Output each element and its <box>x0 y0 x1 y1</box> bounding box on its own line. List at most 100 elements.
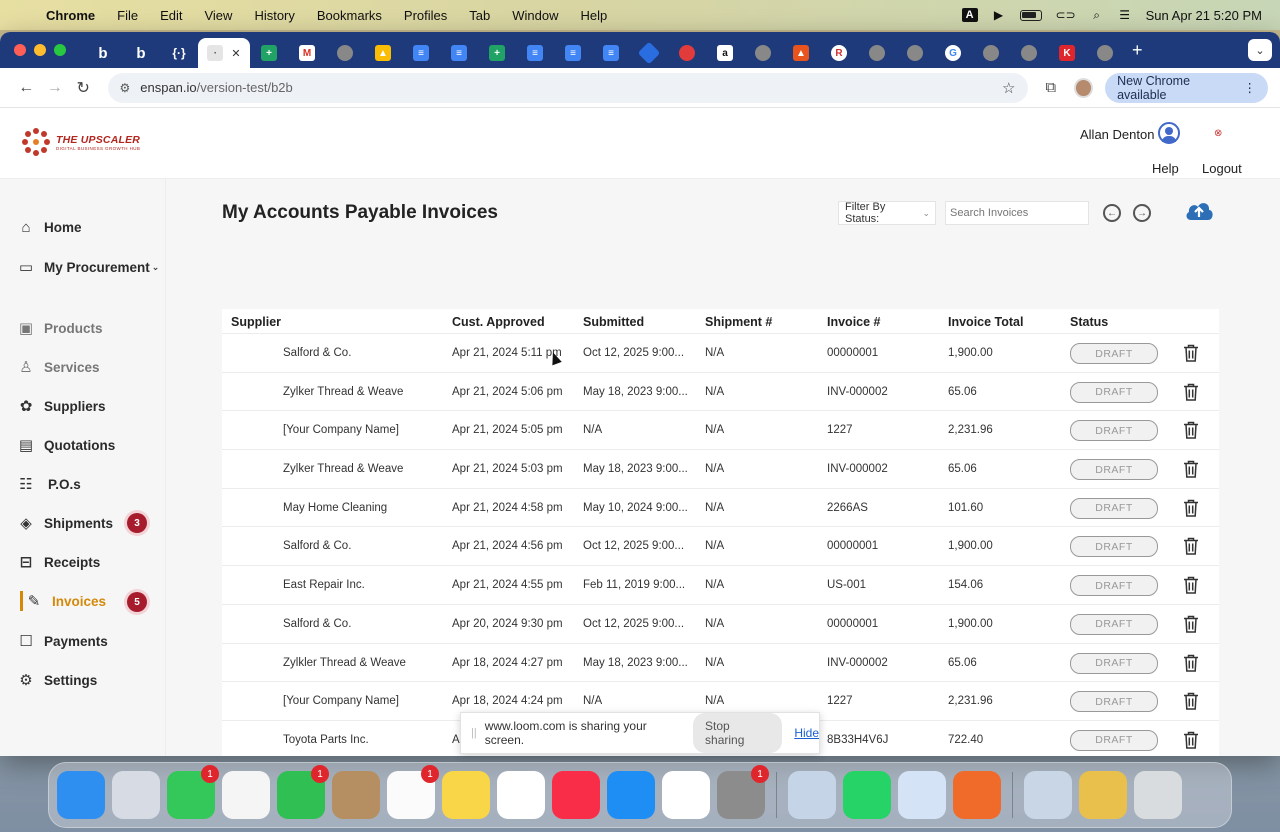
tab-b-1[interactable]: b <box>84 38 122 68</box>
upscaler-logo[interactable]: THE UPSCALER DIGITAL BUSINESS GROWTH HUB <box>22 128 140 156</box>
menu-edit[interactable]: Edit <box>149 8 193 23</box>
reload-icon[interactable]: ↻ <box>69 78 98 98</box>
delete-trash-icon[interactable] <box>1183 615 1199 633</box>
help-link[interactable]: Help <box>1152 161 1179 176</box>
preview-icon[interactable] <box>1024 771 1072 819</box>
link-icon[interactable]: ⊂⊃ <box>1056 8 1076 22</box>
col-status[interactable]: Status <box>1070 315 1108 329</box>
col-shipment[interactable]: Shipment # <box>705 315 772 329</box>
notification-icon[interactable]: ⊗ <box>1214 128 1226 140</box>
launchpad-icon[interactable] <box>112 771 160 819</box>
app-store-icon[interactable] <box>607 771 655 819</box>
sidebar-item-products[interactable]: ▣ Products <box>16 316 103 340</box>
sidebar-item-quotations[interactable]: ▤ Quotations <box>16 433 115 457</box>
menu-view[interactable]: View <box>193 8 243 23</box>
tab-diamond[interactable] <box>630 38 668 68</box>
delete-trash-icon[interactable] <box>1183 576 1199 594</box>
table-row[interactable]: Salford & Co. Apr 21, 2024 5:11 pm Oct 12,… <box>222 334 1219 373</box>
tab-globe-7[interactable] <box>1086 38 1124 68</box>
address-bar[interactable]: ⚙ enspan.io/version-test/b2b ☆ <box>107 72 1028 103</box>
sidebar-item-invoices[interactable]: ✎ Invoices <box>24 589 106 613</box>
update-chrome-button[interactable]: New Chrome available ⋮ <box>1105 72 1269 103</box>
tab-globe-5[interactable] <box>972 38 1010 68</box>
tab-globe-1[interactable] <box>326 38 364 68</box>
col-supplier[interactable]: Supplier <box>231 315 281 329</box>
menu-history[interactable]: History <box>243 8 305 23</box>
messages-icon[interactable]: 1 <box>167 765 219 819</box>
tab-globe-4[interactable] <box>896 38 934 68</box>
battery-icon[interactable] <box>1019 9 1042 21</box>
delete-trash-icon[interactable] <box>1183 383 1199 401</box>
control-center-icon[interactable]: ☰ <box>1118 8 1132 22</box>
table-row[interactable]: Zylker Thread & Weave Apr 21, 2024 5:03 p… <box>222 450 1219 489</box>
menu-file[interactable]: File <box>106 8 149 23</box>
table-row[interactable]: Salford & Co. Apr 20, 2024 9:30 pm Oct 12,… <box>222 605 1219 644</box>
search-invoices-input[interactable] <box>945 201 1089 225</box>
delete-trash-icon[interactable] <box>1183 499 1199 517</box>
status-badge[interactable]: DRAFT <box>1070 691 1158 713</box>
tab-sheets-2[interactable]: + <box>478 38 516 68</box>
status-badge[interactable]: DRAFT <box>1070 343 1158 364</box>
finder-icon[interactable] <box>57 771 105 819</box>
delete-trash-icon[interactable] <box>1183 731 1199 749</box>
minimize-window-icon[interactable] <box>34 44 46 56</box>
input-source-icon[interactable]: A <box>961 8 978 22</box>
hide-share-bar-link[interactable]: Hide <box>794 726 819 740</box>
table-row[interactable]: Salford & Co. Apr 21, 2024 4:56 pm Oct 12,… <box>222 527 1219 567</box>
zoom-window-icon[interactable] <box>54 44 66 56</box>
tab-docs-2[interactable]: ≡ <box>440 38 478 68</box>
tab-amazon[interactable]: a <box>706 38 744 68</box>
clock[interactable]: Sun Apr 21 5:20 PM <box>1146 8 1262 23</box>
tab-sheets-1[interactable]: + <box>250 38 288 68</box>
stop-sharing-button[interactable]: Stop sharing <box>693 713 783 753</box>
tab-docs-5[interactable]: ≡ <box>592 38 630 68</box>
status-badge[interactable]: DRAFT <box>1070 381 1158 403</box>
col-invoice-number[interactable]: Invoice # <box>827 315 881 329</box>
menu-help[interactable]: Help <box>570 8 619 23</box>
trash-icon[interactable] <box>1134 771 1182 819</box>
next-page-icon[interactable]: → <box>1133 204 1151 222</box>
sidebar-item-pos[interactable]: ☷ P.O.s <box>16 472 81 496</box>
delete-trash-icon[interactable] <box>1183 421 1199 440</box>
close-window-icon[interactable] <box>14 44 26 56</box>
table-row[interactable]: [Your Company Name] Apr 21, 2024 5:05 pm N… <box>222 411 1219 451</box>
new-tab-button[interactable]: + <box>1132 40 1143 61</box>
status-badge[interactable]: DRAFT <box>1070 575 1158 597</box>
col-cust-approved[interactable]: Cust. Approved <box>452 315 545 329</box>
forward-icon[interactable]: → <box>41 79 70 97</box>
extensions-icon[interactable]: ⧉ <box>1036 79 1066 96</box>
tab-b-2[interactable]: b <box>122 38 160 68</box>
status-badge[interactable]: DRAFT <box>1070 652 1158 674</box>
sidebar-item-home[interactable]: ⌂ Home <box>16 215 81 239</box>
tab-docs-3[interactable]: ≡ <box>516 38 554 68</box>
table-row[interactable]: Zylker Thread & Weave Apr 21, 2024 5:06 p… <box>222 373 1219 412</box>
sidebar-item-my-procurement[interactable]: ▭ My Procurement ⌄ <box>16 255 159 279</box>
user-name[interactable]: Allan Denton <box>1080 127 1154 142</box>
whatsapp-icon[interactable] <box>843 771 891 819</box>
col-invoice-total[interactable]: Invoice Total <box>948 315 1023 329</box>
tab-orange[interactable]: ▲ <box>782 38 820 68</box>
status-badge[interactable]: DRAFT <box>1070 420 1158 442</box>
system-settings-icon[interactable]: 1 <box>717 765 769 819</box>
status-filter-select[interactable]: Filter By Status: ⌄ <box>838 201 936 225</box>
status-badge[interactable]: DRAFT <box>1070 536 1158 558</box>
table-row[interactable]: East Repair Inc. Apr 21, 2024 4:55 pm Feb … <box>222 566 1219 605</box>
tab-r[interactable]: R <box>820 38 858 68</box>
menu-app-name[interactable]: Chrome <box>44 8 106 23</box>
photos-icon[interactable] <box>222 771 270 819</box>
pen-app-icon[interactable] <box>953 771 1001 819</box>
contacts-icon[interactable] <box>332 771 380 819</box>
delete-trash-icon[interactable] <box>1183 654 1199 672</box>
reminders-icon[interactable]: 1 <box>387 765 439 819</box>
tab-gmail[interactable]: M <box>288 38 326 68</box>
privacy-icon[interactable] <box>898 771 946 819</box>
sidebar-item-shipments[interactable]: ◈ Shipments <box>16 511 113 535</box>
menu-bookmarks[interactable]: Bookmarks <box>306 8 393 23</box>
facetime-icon[interactable]: 1 <box>277 765 329 819</box>
tab-globe-2[interactable] <box>744 38 782 68</box>
spotlight-icon[interactable]: ⌕ <box>1090 8 1104 23</box>
previous-page-icon[interactable]: ← <box>1103 204 1121 222</box>
tab-k[interactable]: K <box>1048 38 1086 68</box>
delete-trash-icon[interactable] <box>1183 460 1199 478</box>
sidebar-item-payments[interactable]: ☐ Payments <box>16 629 108 653</box>
